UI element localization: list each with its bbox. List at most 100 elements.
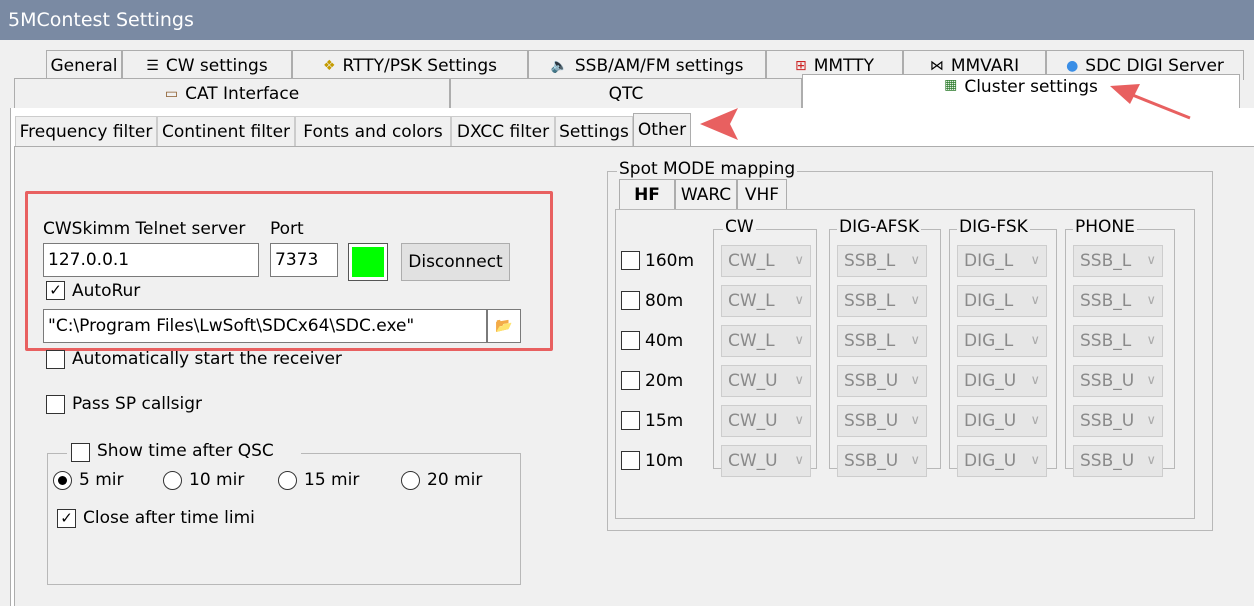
mode-select-value: SSB_U <box>1080 371 1135 391</box>
chevron-down-icon: ∨ <box>794 253 804 268</box>
annotation-arrows <box>700 84 1191 140</box>
band-checkbox-40m[interactable] <box>621 331 640 350</box>
mode-select-value: CW_L <box>728 291 775 311</box>
mode-select-15m-phone[interactable]: SSB_U ∨ <box>1073 405 1163 437</box>
band-checkbox-20m[interactable] <box>621 371 640 390</box>
mode-select-40m-cw[interactable]: CW_L ∨ <box>721 325 811 357</box>
chevron-down-icon: ∨ <box>1030 453 1040 468</box>
close-after-time-limit-checkbox[interactable]: ✓ <box>57 509 76 528</box>
chevron-down-icon: ∨ <box>1030 293 1040 308</box>
band-checkbox-15m[interactable] <box>621 411 640 430</box>
radio-20-min-label: 20 mir <box>427 470 483 490</box>
mode-select-value: CW_U <box>728 411 778 431</box>
chevron-down-icon: ∨ <box>794 293 804 308</box>
pass-sp-callsign-checkbox[interactable] <box>46 395 65 414</box>
mode-select-value: SSB_L <box>844 331 896 351</box>
mode-select-10m-dig-afsk[interactable]: SSB_U ∨ <box>837 445 927 477</box>
chevron-down-icon: ∨ <box>1030 333 1040 348</box>
mode-select-value: SSB_U <box>1080 411 1135 431</box>
band-label-80m: 80m <box>645 291 684 311</box>
radio-10-min[interactable] <box>163 471 182 490</box>
band-checkbox-160m[interactable] <box>621 251 640 270</box>
mode-select-value: SSB_L <box>844 291 896 311</box>
band-checkbox-10m[interactable] <box>621 451 640 470</box>
chevron-down-icon: ∨ <box>910 413 920 428</box>
band-checkbox-80m[interactable] <box>621 291 640 310</box>
pass-sp-callsign-label: Pass SP callsigr <box>72 394 203 414</box>
mode-select-80m-dig-afsk[interactable]: SSB_L ∨ <box>837 285 927 317</box>
mode-select-value: DIG_U <box>964 371 1017 391</box>
radio-15-min-label: 15 mir <box>304 470 360 490</box>
mode-select-10m-dig-fsk[interactable]: DIG_U ∨ <box>957 445 1047 477</box>
mode-select-value: DIG_U <box>964 451 1017 471</box>
auto-start-receiver-checkbox[interactable] <box>46 350 65 369</box>
mode-select-value: CW_L <box>728 331 775 351</box>
radio-10-min-label: 10 mir <box>189 470 245 490</box>
show-time-group-header: Show time after QSC <box>67 441 301 465</box>
mode-select-value: DIG_L <box>964 251 1014 271</box>
band-label-15m: 15m <box>645 411 684 431</box>
chevron-down-icon: ∨ <box>1146 453 1156 468</box>
chevron-down-icon: ∨ <box>910 293 920 308</box>
mode-select-value: SSB_L <box>1080 291 1132 311</box>
chevron-down-icon: ∨ <box>910 253 920 268</box>
settings-dialog: General ☰ CW settings ❖ RTTY/PSK Settings … <box>0 40 1254 606</box>
chevron-down-icon: ∨ <box>910 373 920 388</box>
close-after-time-limit-label: Close after time limi <box>83 508 255 528</box>
radio-5-min[interactable] <box>53 471 72 490</box>
chevron-down-icon: ∨ <box>1030 373 1040 388</box>
mode-select-value: SSB_U <box>844 371 899 391</box>
mode-select-value: SSB_L <box>1080 331 1132 351</box>
band-label-40m: 40m <box>645 331 684 351</box>
chevron-down-icon: ∨ <box>1146 413 1156 428</box>
chevron-down-icon: ∨ <box>1030 413 1040 428</box>
band-label-20m: 20m <box>645 371 684 391</box>
band-label-10m: 10m <box>645 451 684 471</box>
radio-20-min[interactable] <box>401 471 420 490</box>
mode-select-80m-cw[interactable]: CW_L ∨ <box>721 285 811 317</box>
chevron-down-icon: ∨ <box>1146 373 1156 388</box>
chevron-down-icon: ∨ <box>1030 253 1040 268</box>
chevron-down-icon: ∨ <box>794 453 804 468</box>
window-title: 5MContest Settings <box>0 0 1254 40</box>
mode-select-160m-dig-afsk[interactable]: SSB_L ∨ <box>837 245 927 277</box>
show-time-checkbox[interactable] <box>71 443 90 462</box>
chevron-down-icon: ∨ <box>1146 333 1156 348</box>
mode-select-value: SSB_L <box>1080 251 1132 271</box>
mode-select-10m-cw[interactable]: CW_U ∨ <box>721 445 811 477</box>
mode-select-20m-dig-afsk[interactable]: SSB_U ∨ <box>837 365 927 397</box>
chevron-down-icon: ∨ <box>910 453 920 468</box>
mode-select-value: CW_L <box>728 251 775 271</box>
chevron-down-icon: ∨ <box>1146 293 1156 308</box>
mode-select-15m-dig-fsk[interactable]: DIG_U ∨ <box>957 405 1047 437</box>
mode-select-160m-phone[interactable]: SSB_L ∨ <box>1073 245 1163 277</box>
band-label-160m: 160m <box>645 251 695 271</box>
mode-select-value: SSB_U <box>1080 451 1135 471</box>
mode-select-value: SSB_L <box>844 251 896 271</box>
mode-select-value: CW_U <box>728 371 778 391</box>
chevron-down-icon: ∨ <box>794 413 804 428</box>
mode-select-20m-dig-fsk[interactable]: DIG_U ∨ <box>957 365 1047 397</box>
mode-select-40m-dig-afsk[interactable]: SSB_L ∨ <box>837 325 927 357</box>
chevron-down-icon: ∨ <box>1146 253 1156 268</box>
mode-select-20m-phone[interactable]: SSB_U ∨ <box>1073 365 1163 397</box>
arrow-to-cluster-settings <box>1110 84 1191 120</box>
mode-select-value: DIG_U <box>964 411 1017 431</box>
mode-select-40m-dig-fsk[interactable]: DIG_L ∨ <box>957 325 1047 357</box>
mode-select-10m-phone[interactable]: SSB_U ∨ <box>1073 445 1163 477</box>
mode-select-160m-cw[interactable]: CW_L ∨ <box>721 245 811 277</box>
mode-select-40m-phone[interactable]: SSB_L ∨ <box>1073 325 1163 357</box>
mode-select-value: CW_U <box>728 451 778 471</box>
mode-select-80m-phone[interactable]: SSB_L ∨ <box>1073 285 1163 317</box>
mode-select-15m-dig-afsk[interactable]: SSB_U ∨ <box>837 405 927 437</box>
radio-15-min[interactable] <box>278 471 297 490</box>
show-time-label: Show time after QSC <box>97 441 274 461</box>
mode-select-value: DIG_L <box>964 331 1014 351</box>
mode-select-160m-dig-fsk[interactable]: DIG_L ∨ <box>957 245 1047 277</box>
mode-select-value: SSB_U <box>844 411 899 431</box>
mode-select-20m-cw[interactable]: CW_U ∨ <box>721 365 811 397</box>
mode-select-80m-dig-fsk[interactable]: DIG_L ∨ <box>957 285 1047 317</box>
radio-5-min-label: 5 mir <box>79 470 124 490</box>
mode-select-15m-cw[interactable]: CW_U ∨ <box>721 405 811 437</box>
mode-select-value: SSB_U <box>844 451 899 471</box>
